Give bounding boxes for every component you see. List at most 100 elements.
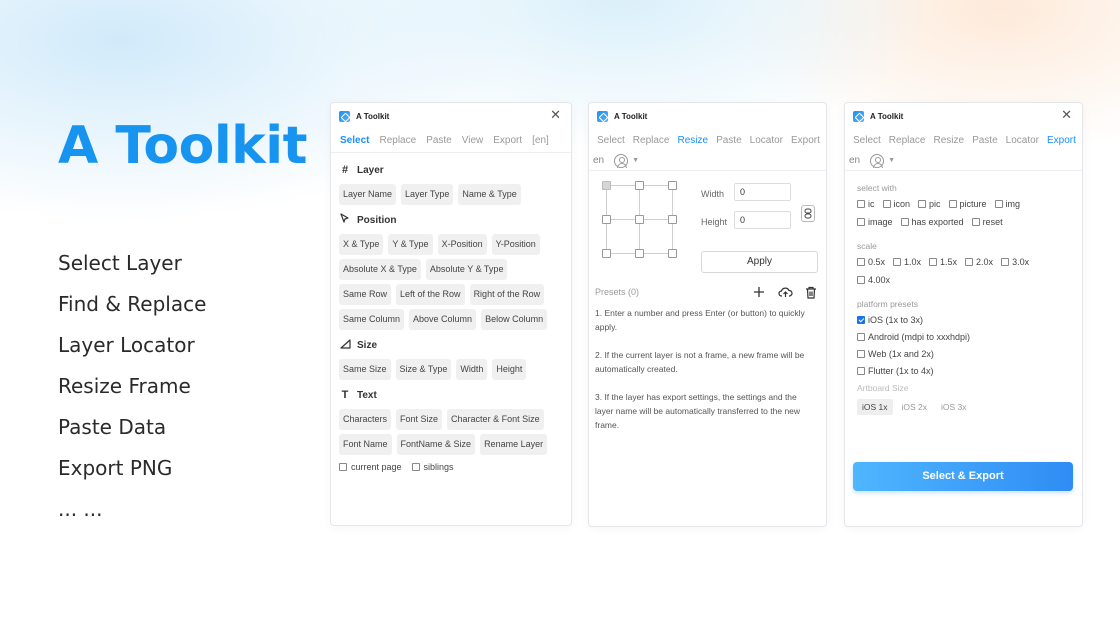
platform-ios[interactable]: iOS (1x to 3x)	[857, 315, 1062, 325]
user-icon[interactable]	[870, 153, 885, 168]
scale-1-5x[interactable]: 1.5x	[929, 257, 957, 267]
chip-font-name[interactable]: Font Name	[339, 434, 392, 455]
tab-select[interactable]: Select	[593, 135, 629, 146]
scale-1-0x[interactable]: 1.0x	[893, 257, 921, 267]
checkbox[interactable]	[857, 316, 865, 324]
anchor-bottom-center[interactable]	[635, 249, 644, 258]
anchor-bottom-left[interactable]	[602, 249, 611, 258]
checkbox[interactable]	[948, 200, 957, 208]
chip-rename-layer[interactable]: Rename Layer	[480, 434, 548, 455]
checkbox[interactable]	[900, 218, 909, 226]
chip-same-size[interactable]: Same Size	[339, 359, 391, 380]
option-reset[interactable]: reset	[971, 217, 1003, 227]
chip-layer-name[interactable]: Layer Name	[339, 184, 397, 205]
checkbox[interactable]	[882, 200, 891, 208]
checkbox[interactable]	[857, 350, 865, 358]
checkbox[interactable]	[857, 276, 865, 284]
user-icon[interactable]	[614, 153, 629, 168]
close-icon[interactable]: ✕	[1061, 108, 1072, 122]
language-selector[interactable]: en	[593, 155, 604, 166]
apply-button[interactable]: Apply	[701, 251, 818, 273]
chip-fontname-size[interactable]: FontName & Size	[396, 434, 476, 455]
tab-replace[interactable]: Replace	[885, 135, 930, 146]
chip-same-column[interactable]: Same Column	[339, 309, 405, 330]
checkbox[interactable]	[857, 218, 865, 226]
anchor-middle-right[interactable]	[668, 215, 677, 224]
close-icon[interactable]: ✕	[550, 108, 561, 122]
option-img[interactable]: img	[994, 199, 1020, 209]
anchor-middle-left[interactable]	[602, 215, 611, 224]
tab-paste[interactable]: Paste	[968, 135, 1002, 146]
tab-select[interactable]: Select	[849, 135, 885, 146]
chip-below-column[interactable]: Below Column	[481, 309, 548, 330]
chip-size-type[interactable]: Size & Type	[395, 359, 452, 380]
scale-4-00x[interactable]: 4.00x	[857, 275, 890, 285]
chip-font-size[interactable]: Font Size	[396, 409, 443, 430]
chip-same-row[interactable]: Same Row	[339, 284, 392, 305]
checkbox[interactable]	[857, 258, 865, 266]
option-has-exported[interactable]: has exported	[900, 217, 964, 227]
checkbox[interactable]	[965, 258, 974, 266]
tab-language[interactable]: [en]	[527, 135, 554, 146]
tab-locator[interactable]: Locator	[746, 135, 787, 146]
anchor-top-left[interactable]	[602, 181, 611, 190]
chip-x-type[interactable]: X & Type	[339, 234, 384, 255]
siblings-checkbox[interactable]	[411, 463, 420, 471]
link-icon[interactable]	[801, 205, 815, 222]
chip-name-type[interactable]: Name & Type	[458, 184, 521, 205]
height-input[interactable]: 0	[734, 211, 791, 229]
select-export-button[interactable]: Select & Export	[853, 462, 1073, 491]
tab-export[interactable]: Export	[488, 135, 527, 146]
tab-view[interactable]: View	[457, 135, 489, 146]
platform-android[interactable]: Android (mdpi to xxxhdpi)	[857, 332, 1062, 342]
checkbox[interactable]	[857, 367, 865, 375]
option-icon[interactable]: icon	[882, 199, 910, 209]
chip-left-of-row[interactable]: Left of the Row	[396, 284, 465, 305]
checkbox[interactable]	[1001, 258, 1010, 266]
tab-resize[interactable]: Resize	[930, 135, 969, 146]
scale-0-5x[interactable]: 0.5x	[857, 257, 885, 267]
tab-paste[interactable]: Paste	[421, 135, 457, 146]
scale-3-0x[interactable]: 3.0x	[1001, 257, 1029, 267]
tab-locator[interactable]: Locator	[1002, 135, 1043, 146]
artboard-ios-2x[interactable]: iOS 2x	[897, 399, 933, 415]
option-picture[interactable]: picture	[948, 199, 987, 209]
scale-2-0x[interactable]: 2.0x	[965, 257, 993, 267]
add-icon[interactable]	[751, 284, 767, 300]
chip-width[interactable]: Width	[456, 359, 488, 380]
checkbox[interactable]	[994, 200, 1003, 208]
anchor-top-right[interactable]	[668, 181, 677, 190]
tab-select[interactable]: Select	[335, 135, 374, 146]
tab-paste[interactable]: Paste	[712, 135, 746, 146]
chip-x-position[interactable]: X-Position	[437, 234, 487, 255]
tab-resize[interactable]: Resize	[674, 135, 713, 146]
checkbox[interactable]	[918, 200, 927, 208]
platform-web[interactable]: Web (1x and 2x)	[857, 349, 1062, 359]
tab-replace[interactable]: Replace	[374, 135, 421, 146]
checkbox[interactable]	[857, 200, 865, 208]
option-pic[interactable]: pic	[918, 199, 941, 209]
chevron-down-icon[interactable]: ▼	[632, 157, 639, 164]
width-input[interactable]: 0	[734, 183, 791, 201]
chip-character-font-size[interactable]: Character & Font Size	[447, 409, 544, 430]
trash-icon[interactable]	[803, 284, 819, 300]
checkbox[interactable]	[857, 333, 865, 341]
chip-absolute-x-type[interactable]: Absolute X & Type	[339, 259, 421, 280]
checkbox[interactable]	[929, 258, 938, 266]
checkbox[interactable]	[971, 218, 980, 226]
chip-y-position[interactable]: Y-Position	[491, 234, 540, 255]
chip-y-type[interactable]: Y & Type	[388, 234, 433, 255]
language-selector[interactable]: en	[849, 155, 860, 166]
artboard-ios-1x[interactable]: iOS 1x	[857, 399, 893, 415]
anchor-top-center[interactable]	[635, 181, 644, 190]
chip-above-column[interactable]: Above Column	[409, 309, 477, 330]
tab-export[interactable]: Export	[787, 135, 824, 146]
tab-export[interactable]: Export	[1043, 135, 1080, 146]
anchor-bottom-right[interactable]	[668, 249, 677, 258]
cloud-upload-icon[interactable]	[777, 284, 793, 300]
chip-characters[interactable]: Characters	[339, 409, 392, 430]
chip-height[interactable]: Height	[492, 359, 527, 380]
chip-right-of-row[interactable]: Right of the Row	[469, 284, 545, 305]
tab-replace[interactable]: Replace	[629, 135, 674, 146]
chip-layer-type[interactable]: Layer Type	[401, 184, 454, 205]
